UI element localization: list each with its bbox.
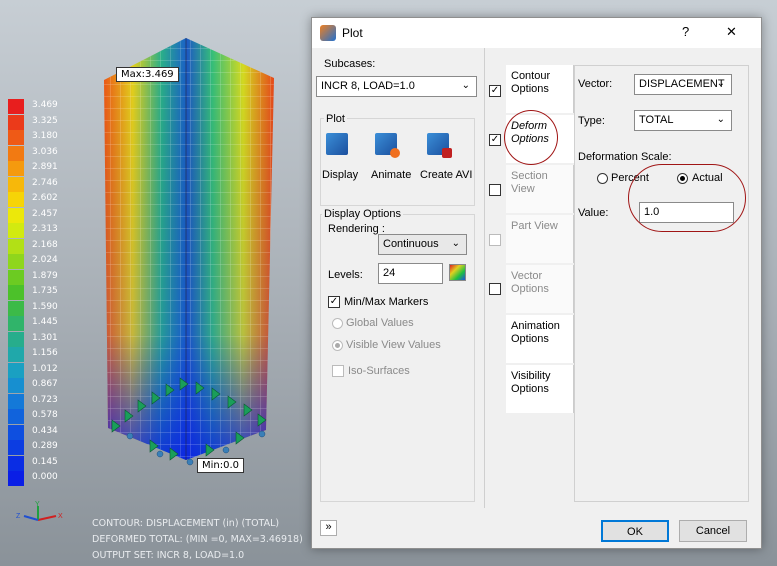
type-value: TOTAL — [639, 114, 674, 126]
plot-group — [320, 118, 475, 206]
ok-button[interactable]: OK — [601, 520, 669, 542]
subcases-value: INCR 8, LOAD=1.0 — [321, 80, 415, 92]
contour-options-checkbox[interactable]: ✓ — [489, 85, 501, 97]
animate-label[interactable]: Animate — [371, 169, 411, 181]
create-avi-icon[interactable] — [427, 133, 452, 158]
vector-value: DISPLACEMENT — [639, 78, 725, 90]
subcases-dropdown[interactable]: INCR 8, LOAD=1.0 ⌄ — [316, 76, 477, 97]
deform-options-checkbox[interactable]: ✓ — [489, 134, 501, 146]
subcases-label: Subcases: — [324, 58, 376, 70]
levels-value: 24 — [383, 267, 396, 279]
info-deformed: DEFORMED TOTAL: (MIN =0, MAX=3.46918) — [92, 534, 303, 545]
display-label[interactable]: Display — [322, 169, 358, 181]
visible-view-values-radio[interactable] — [332, 340, 343, 351]
tab-vector-options[interactable]: Vector Options — [506, 265, 574, 313]
plot-group-label: Plot — [324, 113, 347, 125]
svg-text:Y: Y — [35, 501, 40, 508]
iso-surfaces-label: Iso-Surfaces — [348, 365, 410, 377]
tab-section-view[interactable]: Section View — [506, 165, 574, 213]
chevron-down-icon: ⌄ — [451, 238, 460, 249]
visible-view-values-label: Visible View Values — [346, 339, 441, 351]
rendering-label: Rendering : — [328, 223, 385, 235]
create-avi-label[interactable]: Create AVI — [420, 169, 472, 181]
dialog-title: Plot — [342, 26, 363, 40]
tab-visibility-options[interactable]: Visibility Options — [506, 365, 574, 413]
close-button[interactable]: ✕ — [726, 24, 737, 40]
highlight-oval — [504, 110, 558, 165]
display-options-group — [320, 214, 475, 502]
rendering-value: Continuous — [383, 238, 439, 250]
vector-label: Vector: — [578, 78, 613, 90]
plot-dialog: Plot ? ✕ Subcases: INCR 8, LOAD=1.0 ⌄ Pl… — [311, 17, 762, 549]
cancel-button[interactable]: Cancel — [679, 520, 747, 542]
value-label: Value: — [578, 207, 609, 219]
max-marker: Max:3.469 — [116, 67, 179, 82]
part-view-checkbox[interactable] — [489, 234, 501, 246]
tab-contour-options[interactable]: Contour Options — [506, 65, 574, 113]
help-button[interactable]: ? — [682, 24, 689, 39]
tab-animation-options[interactable]: Animation Options — [506, 315, 574, 363]
svg-text:Z: Z — [16, 513, 21, 520]
global-values-label: Global Values — [346, 317, 414, 329]
collapse-button[interactable]: » — [320, 520, 337, 536]
iso-surfaces-checkbox[interactable] — [332, 365, 344, 377]
plot-app-icon — [320, 25, 336, 41]
chevron-down-icon: ⌄ — [716, 78, 725, 89]
deformation-scale-label: Deformation Scale: — [578, 151, 672, 163]
info-contour: CONTOUR: DISPLACEMENT (in) (TOTAL) — [92, 518, 280, 529]
minmax-markers-label: Min/Max Markers — [344, 296, 429, 308]
section-view-checkbox[interactable] — [489, 184, 501, 196]
highlight-oval — [628, 164, 746, 232]
levels-label: Levels: — [328, 269, 363, 281]
svg-text:X: X — [58, 513, 63, 520]
min-marker: Min:0.0 — [197, 458, 245, 473]
percent-radio[interactable] — [597, 173, 608, 184]
display-options-label: Display Options — [322, 208, 404, 220]
divider — [484, 48, 485, 508]
vector-options-checkbox[interactable] — [489, 283, 501, 295]
color-palette-icon[interactable] — [449, 264, 466, 281]
global-values-radio[interactable] — [332, 318, 343, 329]
axis-triad-icon: X Y Z — [16, 501, 63, 521]
tab-part-view[interactable]: Part View — [506, 215, 574, 263]
animate-icon[interactable] — [375, 133, 400, 158]
rendering-dropdown[interactable]: Continuous ⌄ — [378, 234, 467, 255]
chevron-down-icon: ⌄ — [461, 80, 470, 91]
display-icon[interactable] — [326, 133, 348, 155]
type-label: Type: — [578, 115, 605, 127]
minmax-markers-checkbox[interactable]: ✓ — [328, 296, 340, 308]
levels-input[interactable]: 24 — [378, 263, 443, 284]
vector-dropdown[interactable]: DISPLACEMENT ⌄ — [634, 74, 732, 95]
type-dropdown[interactable]: TOTAL ⌄ — [634, 110, 732, 131]
info-output-set: OUTPUT SET: INCR 8, LOAD=1.0 — [92, 550, 245, 561]
title-bar: Plot ? ✕ — [312, 18, 761, 48]
chevron-down-icon: ⌄ — [716, 114, 725, 125]
